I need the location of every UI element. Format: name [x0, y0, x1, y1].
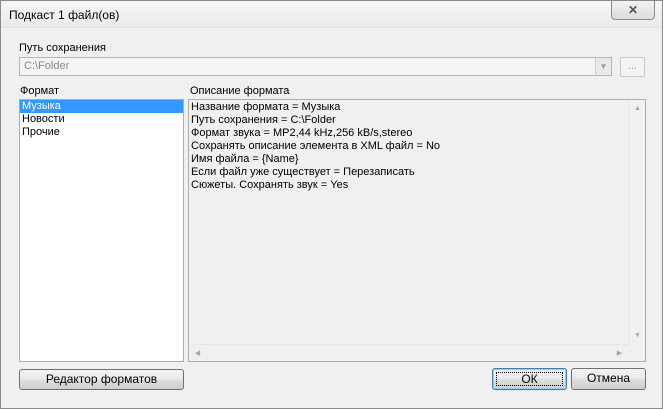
- cancel-button-label: Отмена: [586, 371, 631, 385]
- scrollbar-corner: [628, 344, 645, 361]
- browse-button-label: ...: [627, 60, 638, 72]
- format-description-box: Название формата = Музыка Путь сохранени…: [188, 99, 646, 362]
- cancel-button[interactable]: Отмена: [571, 368, 646, 390]
- list-item-label: Новости: [22, 113, 65, 125]
- horizontal-scrollbar[interactable]: ◀ ▶: [189, 344, 628, 361]
- save-path-label: Путь сохранения: [19, 42, 106, 54]
- arrow-right-icon[interactable]: ▶: [611, 345, 628, 362]
- title-bar[interactable]: Подкаст 1 файл(ов) ✕: [1, 1, 662, 28]
- arrow-left-icon[interactable]: ◀: [189, 345, 206, 362]
- list-item-label: Музыка: [22, 100, 61, 112]
- ok-button[interactable]: ОК: [492, 368, 567, 390]
- description-line: Сюжеты. Сохранять звук = Yes: [191, 179, 349, 191]
- dialog-window: Подкаст 1 файл(ов) ✕ Путь сохранения C:\…: [0, 0, 663, 409]
- description-line: Если файл уже существует = Перезаписать: [191, 166, 415, 178]
- browse-button[interactable]: ...: [620, 57, 645, 77]
- description-line: Путь сохранения = C:\Folder: [191, 114, 336, 126]
- chevron-down-icon[interactable]: ▼: [595, 58, 611, 75]
- format-editor-button[interactable]: Редактор форматов: [19, 369, 184, 390]
- ok-button-label: ОК: [521, 372, 538, 386]
- list-item-label: Прочие: [22, 126, 60, 138]
- description-text: Название формата = Музыка Путь сохранени…: [191, 101, 627, 192]
- list-item-music[interactable]: Музыка: [20, 100, 183, 113]
- description-line: Формат звука = MP2,44 kHz,256 kB/s,stere…: [191, 127, 413, 139]
- save-path-combobox[interactable]: C:\Folder ▼: [19, 57, 612, 76]
- focus-rectangle: ОК: [496, 372, 563, 386]
- save-path-value: C:\Folder: [24, 60, 70, 72]
- close-button[interactable]: ✕: [611, 1, 655, 20]
- close-icon: ✕: [627, 3, 639, 17]
- format-list[interactable]: Музыка Новости Прочие: [19, 99, 184, 362]
- arrow-down-icon[interactable]: ▼: [629, 327, 646, 344]
- vertical-scrollbar[interactable]: ▲ ▼: [628, 100, 645, 344]
- arrow-up-icon[interactable]: ▲: [629, 100, 646, 117]
- format-editor-button-label: Редактор форматов: [45, 372, 158, 386]
- format-list-label: Формат: [20, 85, 60, 97]
- description-line: Сохранять описание элемента в XML файл =…: [191, 140, 441, 152]
- description-line: Название формата = Музыка: [191, 101, 341, 113]
- list-item-news[interactable]: Новости: [20, 113, 183, 126]
- list-item-other[interactable]: Прочие: [20, 126, 183, 139]
- description-line: Имя файла = {Name}: [191, 153, 299, 165]
- window-title: Подкаст 1 файл(ов): [9, 8, 120, 22]
- format-description-label: Описание формата: [190, 85, 290, 97]
